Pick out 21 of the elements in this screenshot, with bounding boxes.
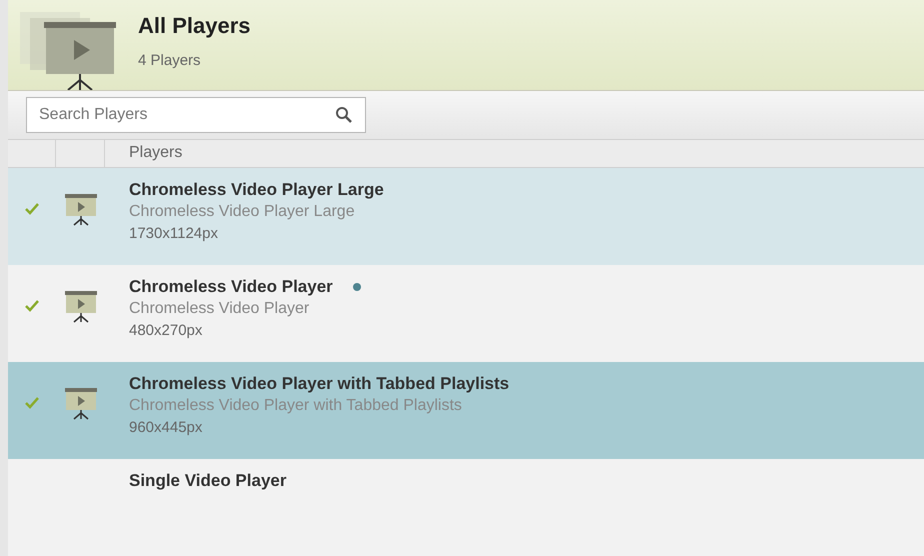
player-dimensions: 480x270px [129, 321, 204, 341]
player-description: Chromeless Video Player Large [129, 202, 356, 222]
page-title: All Players [138, 12, 251, 40]
player-description: Chromeless Video Player [129, 299, 310, 319]
search-input[interactable]: Search Players [39, 102, 335, 127]
player-name: Single Video Player [129, 471, 286, 491]
player-dimensions: 1730x1124px [129, 224, 219, 244]
search-field[interactable]: Search Players [26, 96, 366, 133]
player-row[interactable]: Chromeless Video Player with Tabbed Playlists Chromeless Video Player with Tabbed Playlists 960x445px [8, 362, 924, 459]
player-description: Chromeless Video Player with Tabbed Playlists [129, 396, 463, 416]
player-dimensions: 960x445px [129, 418, 204, 438]
search-icon [335, 106, 353, 124]
projector-screen-icon [62, 386, 98, 420]
player-name: Chromeless Video Player Large [129, 180, 384, 200]
projector-screen-icon [62, 192, 98, 226]
player-name: Chromeless Video Player [129, 277, 333, 297]
player-row[interactable]: Chromeless Video Player Large Chromeless Video Player Large 1730x1124px [8, 168, 924, 265]
player-name: Chromeless Video Player with Tabbed Playlists [129, 374, 510, 394]
player-count: 4 Players [138, 51, 202, 72]
column-header: Players [129, 143, 182, 164]
projector-screen-icon [62, 289, 98, 323]
